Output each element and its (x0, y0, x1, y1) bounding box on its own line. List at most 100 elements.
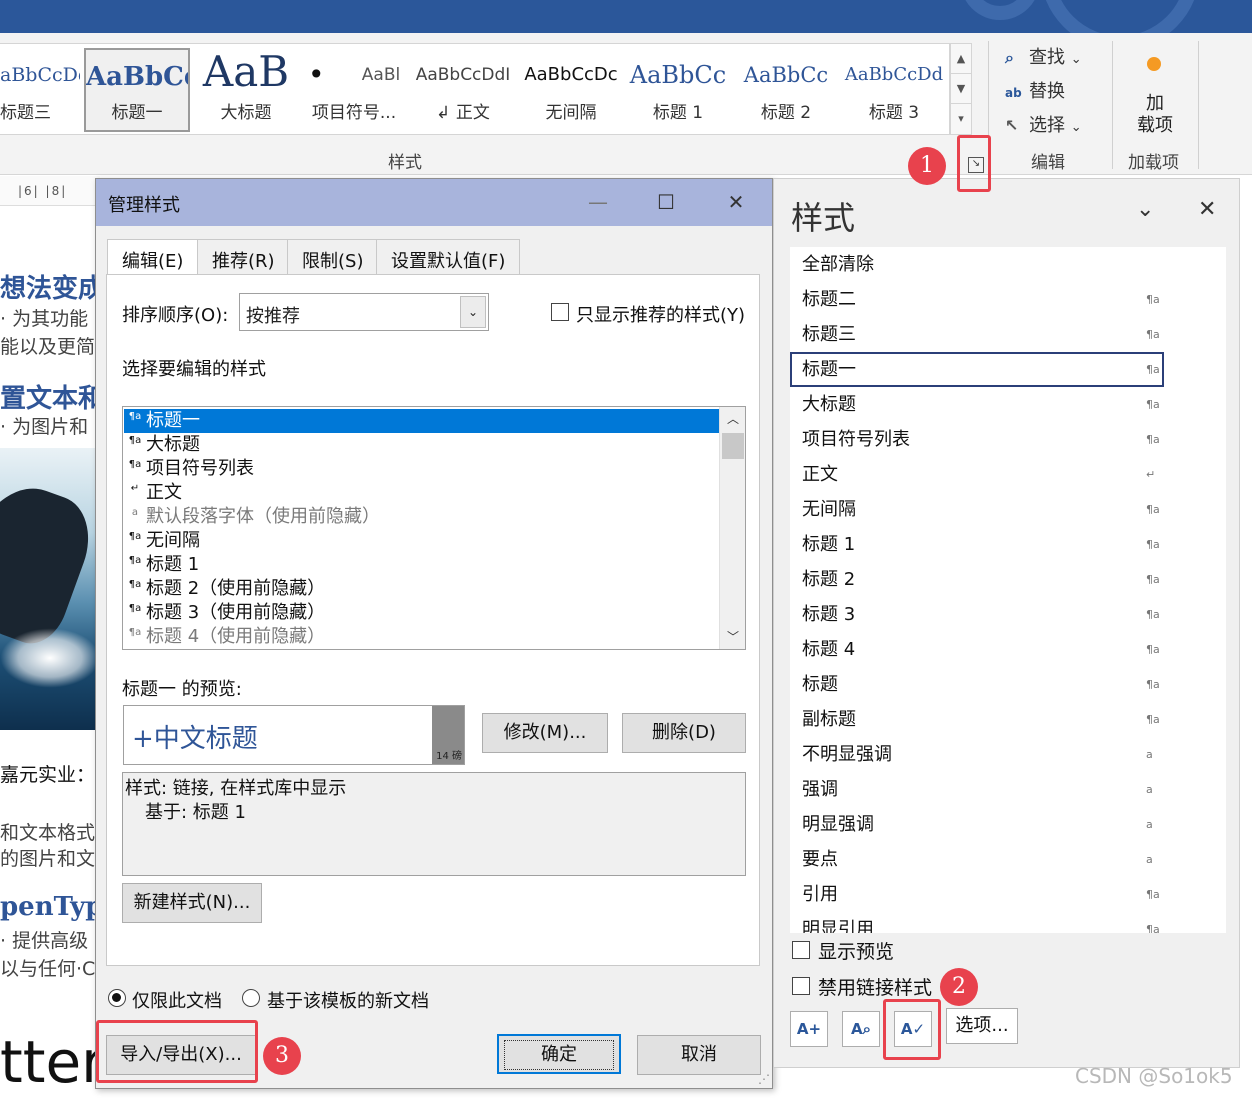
chevron-down-icon[interactable]: ▼ (951, 74, 971, 104)
list-item[interactable]: 无间隔 ¶a (790, 492, 1226, 527)
select-button[interactable]: ↖ 选择 ⌄ (1005, 111, 1082, 137)
scrollbar-thumb[interactable] (722, 433, 744, 459)
list-item[interactable]: 副标题 ¶a (790, 702, 1226, 737)
disable-linked-styles-checkbox[interactable] (792, 977, 810, 995)
list-item[interactable]: 标题 3 ¶a (790, 597, 1226, 632)
list-item[interactable]: ¶a 标题一 (124, 409, 719, 433)
list-item[interactable]: 要点 a (790, 842, 1226, 877)
tab-recommend[interactable]: 推荐(R) (197, 239, 290, 275)
ok-button[interactable]: 确定 (497, 1034, 621, 1074)
chevron-up-icon[interactable]: ︿ (720, 407, 745, 431)
list-item[interactable]: 大标题 ¶a (790, 387, 1226, 422)
gallery-style-1[interactable]: AaBbCc 标题一 (84, 48, 190, 132)
list-item[interactable]: ¶a 大标题 (124, 433, 719, 457)
close-icon[interactable]: ✕ (1198, 197, 1216, 222)
doc-text: 能以及更简 (0, 336, 96, 358)
gallery-scrollbar[interactable]: ▲ ▼ ▾ (950, 43, 972, 135)
replace-button[interactable]: ab 替换 (1005, 77, 1065, 103)
list-item[interactable]: 强调 a (790, 772, 1226, 807)
minimize-icon[interactable]: — (578, 187, 618, 217)
list-item[interactable]: 标题 4 ¶a (790, 632, 1226, 667)
maximize-icon[interactable]: ☐ (646, 187, 686, 217)
list-item[interactable]: 不明显强调 a (790, 737, 1226, 772)
scope-template-label[interactable]: 基于该模板的新文档 (267, 987, 429, 1013)
modify-button[interactable]: 修改(M)... (482, 713, 608, 753)
options-button[interactable]: 选项... (946, 1008, 1018, 1044)
list-item[interactable]: 标题 2 ¶a (790, 562, 1226, 597)
gallery-style-2[interactable]: AaB 大标题 (196, 44, 296, 134)
gallery-style-9[interactable]: AaBbCcDd 标题 3 (844, 44, 944, 134)
scope-document-label[interactable]: 仅限此文档 (132, 987, 222, 1013)
list-item[interactable]: 引用 ¶a (790, 877, 1226, 912)
list-item[interactable]: ¶a 标题 4（使用前隐藏） (124, 625, 719, 649)
tab-edit[interactable]: 编辑(E) (107, 239, 199, 277)
list-item[interactable]: 明显引用 ¶a (790, 912, 1226, 933)
delete-button[interactable]: 删除(D) (622, 713, 746, 753)
list-item-label: 标题三 (802, 324, 856, 345)
list-item[interactable]: 标题 1 ¶a (790, 527, 1226, 562)
cancel-button[interactable]: 取消 (637, 1035, 761, 1075)
paragraph-style-icon: ¶a (128, 531, 142, 542)
chevron-down-icon[interactable]: ﹀ (720, 625, 745, 649)
gallery-style-0[interactable]: aBbCcDd 标题三 (0, 44, 80, 134)
only-recommended-checkbox[interactable] (551, 303, 569, 321)
list-item[interactable]: 标题三 ¶a (790, 317, 1226, 352)
list-item[interactable]: 标题 ¶a (790, 667, 1226, 702)
chevron-down-icon[interactable]: ⌄ (460, 296, 486, 328)
styles-pane: 样式 ⌄ ✕ 全部清除 标题二 ¶a 标题三 ¶a 标题一 ¶a 大标题 ¶a 项目符号… (773, 178, 1240, 1068)
list-item[interactable]: ¶a 标题 3（使用前隐藏） (124, 601, 719, 625)
sort-order-select[interactable]: 按推荐 ⌄ (239, 293, 489, 331)
listbox-scrollbar[interactable]: ︿ ﹀ (719, 407, 745, 649)
scope-document-radio[interactable] (108, 989, 126, 1007)
resize-grip-icon[interactable]: ⋰ (758, 1072, 770, 1086)
list-item[interactable]: ¶a 标题 1 (124, 553, 719, 577)
gallery-style-4[interactable]: AaBl (358, 44, 404, 134)
list-item[interactable]: a 默认段落字体（使用前隐藏） (124, 505, 719, 529)
list-item[interactable]: 项目符号列表 ¶a (790, 422, 1226, 457)
style-preview: +中文标题 14 磅 (123, 705, 465, 765)
dialog-title-bar[interactable]: 管理样式 — ☐ ✕ (96, 179, 772, 226)
addins-label-line1: 加 (1146, 93, 1164, 114)
splash-shape (0, 628, 100, 688)
list-item[interactable]: ↵ 正文 (124, 481, 719, 505)
show-preview-label[interactable]: 显示预览 (818, 937, 894, 964)
gallery-style-7[interactable]: AaBbCc 标题 1 (628, 44, 728, 134)
scope-template-radio[interactable] (242, 989, 260, 1007)
list-item-label: 明显强调 (802, 814, 874, 835)
document-area[interactable]: |6| |8| 想法变成 · 为其功能 能以及更简 置文本和图 · 为图片和 嘉… (0, 176, 100, 1098)
chevron-up-icon[interactable]: ▲ (951, 44, 971, 74)
paragraph-style-icon: ¶a (1146, 433, 1160, 446)
gallery-more-icon[interactable]: ▾ (951, 104, 971, 134)
gallery-style-6[interactable]: AaBbCcDc 无间隔 (520, 44, 622, 134)
list-item[interactable]: ¶a 无间隔 (124, 529, 719, 553)
list-item[interactable]: 标题二 ¶a (790, 282, 1226, 317)
paragraph-mark-icon: ↵ (130, 483, 140, 494)
close-icon[interactable]: ✕ (716, 187, 756, 217)
list-item[interactable]: 全部清除 (790, 247, 1226, 282)
gallery-style-8[interactable]: AaBbCc 标题 2 (736, 44, 836, 134)
list-item[interactable]: 正文 ↵ (790, 457, 1226, 492)
doc-text: · 为其功能 (0, 308, 89, 330)
highlight-box-3 (96, 1020, 258, 1083)
find-button[interactable]: ⌕ 查找 ⌄ (1005, 43, 1082, 69)
gallery-style-5[interactable]: AaBbCcDdI ↲ 正文 (412, 44, 514, 134)
only-recommended-label[interactable]: 只显示推荐的样式(Y) (576, 301, 745, 327)
search-icon: ⌕ (1005, 48, 1014, 67)
tab-restrict[interactable]: 限制(S) (287, 239, 379, 275)
style-name: 无间隔 (545, 103, 597, 123)
list-item[interactable]: ¶a 项目符号列表 (124, 457, 719, 481)
style-listbox[interactable]: ¶a 标题一 ¶a 大标题 ¶a 项目符号列表 ↵ 正文 a 默认段落字体（使用前隐藏） … (122, 406, 746, 650)
list-item[interactable]: 明显强调 a (790, 807, 1226, 842)
list-item[interactable]: ¶a 标题 2（使用前隐藏） (124, 577, 719, 601)
new-style-icon[interactable]: A+ (790, 1011, 828, 1047)
style-name: 标题一 (111, 103, 163, 123)
new-style-button[interactable]: 新建样式(N)... (122, 883, 262, 923)
list-item[interactable]: 标题一 ¶a (790, 352, 1164, 387)
addins-button[interactable]: 加 载项 (1135, 93, 1175, 137)
styles-pane-list[interactable]: 全部清除 标题二 ¶a 标题三 ¶a 标题一 ¶a 大标题 ¶a 项目符号列表 ¶a 正文… (790, 247, 1226, 933)
disable-linked-styles-label[interactable]: 禁用链接样式 (818, 973, 932, 1000)
tab-set-defaults[interactable]: 设置默认值(F) (376, 239, 521, 275)
style-inspector-icon[interactable]: A⌕ (842, 1011, 880, 1047)
show-preview-checkbox[interactable] (792, 941, 810, 959)
chevron-down-icon[interactable]: ⌄ (1136, 197, 1154, 222)
